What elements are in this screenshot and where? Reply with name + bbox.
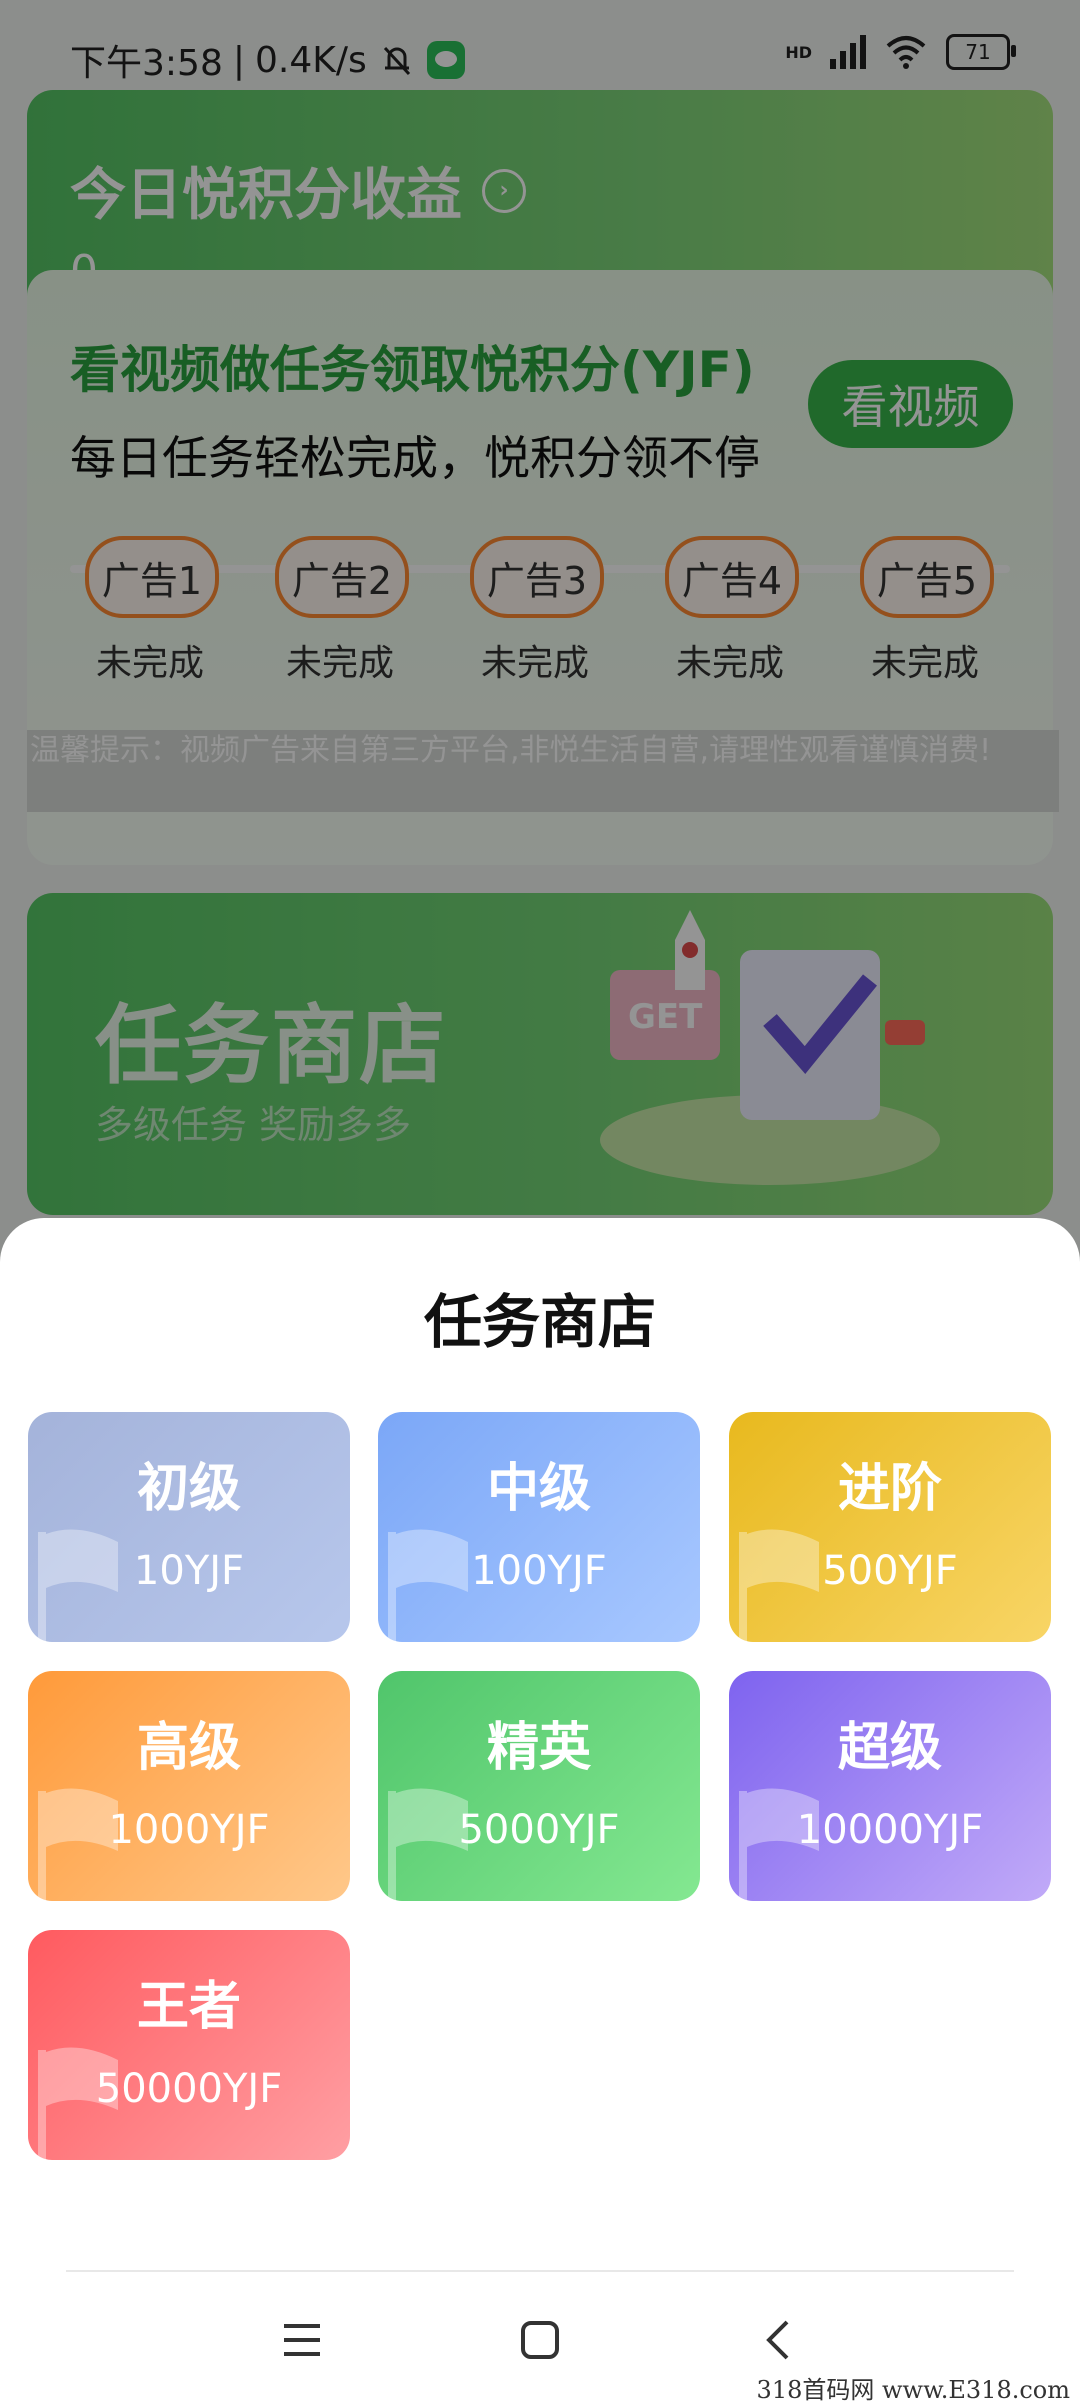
tier-name: 进阶	[837, 1459, 942, 1519]
tier-name: 高级	[136, 1718, 241, 1778]
menu-button[interactable]	[262, 2310, 342, 2370]
tier-price: 1000YJF	[108, 1807, 270, 1853]
nav-divider	[66, 2270, 1014, 2272]
tier-price: 500YJF	[822, 1548, 958, 1594]
tier-price: 5000YJF	[458, 1807, 620, 1853]
tier-name: 中级	[486, 1459, 591, 1519]
tier-name: 初级	[136, 1459, 241, 1519]
tier-price: 10000YJF	[796, 1807, 984, 1853]
tier-price: 10YJF	[133, 1548, 245, 1594]
tier-price: 50000YJF	[95, 2066, 283, 2112]
sheet-title: 任务商店	[423, 1288, 656, 1356]
menu-icon	[284, 2324, 320, 2356]
tier-tile-king[interactable]: 王者 50000YJF	[28, 1930, 350, 2160]
tier-name: 精英	[486, 1718, 591, 1778]
tier-tile-elite[interactable]: 精英 5000YJF	[378, 1671, 700, 1901]
tier-tile-advanced[interactable]: 进阶 500YJF	[729, 1412, 1051, 1642]
tier-name: 王者	[136, 1977, 241, 2037]
home-button[interactable]	[500, 2310, 580, 2370]
tier-name: 超级	[837, 1718, 942, 1778]
back-button[interactable]	[738, 2310, 818, 2370]
tier-price: 100YJF	[471, 1548, 607, 1594]
back-icon	[766, 2320, 789, 2360]
tier-tile-beginner[interactable]: 初级 10YJF	[28, 1412, 350, 1642]
tier-tile-super[interactable]: 超级 10000YJF	[729, 1671, 1051, 1901]
home-icon	[521, 2321, 559, 2359]
tier-tile-senior[interactable]: 高级 1000YJF	[28, 1671, 350, 1901]
tier-tile-intermediate[interactable]: 中级 100YJF	[378, 1412, 700, 1642]
